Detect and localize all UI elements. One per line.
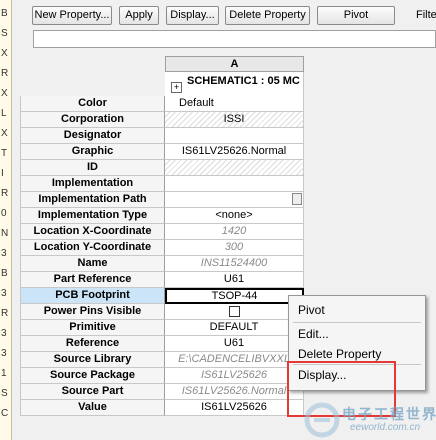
schematic-label: SCHEMATIC1 : 05 MC xyxy=(187,75,300,87)
row-label-designator[interactable]: Designator xyxy=(20,128,165,144)
row-label-location-y-coordinate[interactable]: Location Y-Coordinate xyxy=(20,240,165,256)
row-label-implementation-path[interactable]: Implementation Path xyxy=(20,192,165,208)
value-text: 1420 xyxy=(221,225,247,237)
left-gutter: BSXRXLXTIR0N3B3R331SC xyxy=(0,0,12,440)
pivot-button[interactable]: Pivot xyxy=(317,6,395,25)
row-label-value[interactable]: Value xyxy=(20,400,165,416)
browse-button[interactable] xyxy=(292,193,302,205)
value-cell-power-pins-visible[interactable] xyxy=(165,304,304,320)
value-text: IS61LV25626 xyxy=(200,369,268,381)
row-label-power-pins-visible[interactable]: Power Pins Visible xyxy=(20,304,165,320)
value-text: U61 xyxy=(223,273,245,285)
delete-property-button[interactable]: Delete Property xyxy=(225,6,310,25)
value-text: Default xyxy=(179,97,214,109)
row-label-graphic[interactable]: Graphic xyxy=(20,144,165,160)
row-label-source-package[interactable]: Source Package xyxy=(20,368,165,384)
value-text: ISSI xyxy=(223,113,245,125)
value-cell-graphic[interactable]: IS61LV25626.Normal xyxy=(165,144,304,160)
gutter-char: S xyxy=(1,28,8,39)
value-cell-reference[interactable]: U61 xyxy=(165,336,304,352)
value-cell-part-reference[interactable]: U61 xyxy=(165,272,304,288)
value-cell-implementation-type[interactable]: <none> xyxy=(165,208,304,224)
gutter-char: S xyxy=(1,388,8,399)
watermark-subtext: eeworld.com.cn xyxy=(350,422,421,433)
menu-separator xyxy=(293,322,421,323)
gutter-char: B xyxy=(1,8,8,19)
row-label-primitive[interactable]: Primitive xyxy=(20,320,165,336)
value-text: TSOP-44 xyxy=(211,290,258,302)
value-cell-implementation[interactable] xyxy=(165,176,304,192)
toolbar: New Property... Apply Display... Delete … xyxy=(12,0,436,30)
value-cell-pcb-footprint[interactable]: TSOP-44 xyxy=(165,288,304,304)
value-text: INS11524400 xyxy=(200,257,268,269)
value-cell-source-part[interactable]: IS61LV25626.Normal xyxy=(165,384,304,400)
row-label-color[interactable]: Color xyxy=(20,96,165,112)
value-cell-location-x-coordinate[interactable]: 1420 xyxy=(165,224,304,240)
row-label-implementation-type[interactable]: Implementation Type xyxy=(20,208,165,224)
watermark-text: 电子工程世界 xyxy=(342,406,436,422)
menu-item-edit[interactable]: Edit... xyxy=(298,327,329,341)
row-label-implementation[interactable]: Implementation xyxy=(20,176,165,192)
gutter-char: 0 xyxy=(1,208,7,219)
value-cell-source-package[interactable]: IS61LV25626 xyxy=(165,368,304,384)
filter-label: Filter b xyxy=(416,9,436,21)
value-text: DEFAULT xyxy=(209,321,259,333)
gutter-char: C xyxy=(1,408,9,419)
value-cell-id[interactable] xyxy=(165,160,304,176)
display-button[interactable]: Display... xyxy=(166,6,219,25)
menu-item-pivot[interactable]: Pivot xyxy=(298,303,325,317)
value-edit-field[interactable] xyxy=(33,30,436,48)
gutter-char: X xyxy=(1,88,8,99)
value-cell-name[interactable]: INS11524400 xyxy=(165,256,304,272)
value-text: IS61LV25626 xyxy=(201,401,267,413)
row-label-reference[interactable]: Reference xyxy=(20,336,165,352)
power-pins-checkbox[interactable] xyxy=(228,305,240,317)
gutter-char: 3 xyxy=(1,288,7,299)
gutter-char: B xyxy=(1,268,8,279)
row-label-pcb-footprint[interactable]: PCB Footprint xyxy=(20,288,165,304)
grid-corner xyxy=(20,56,165,72)
row-label-id[interactable]: ID xyxy=(20,160,165,176)
gutter-char: I xyxy=(1,168,4,179)
value-text: E:\CADENCELIBVXXL xyxy=(178,353,290,365)
gutter-char: 3 xyxy=(1,248,7,259)
gutter-char: 1 xyxy=(1,368,7,379)
schematic-header: + SCHEMATIC1 : 05 MC xyxy=(165,72,304,96)
menu-item-delete-property[interactable]: Delete Property xyxy=(298,347,381,361)
gutter-char: X xyxy=(1,48,8,59)
value-cell-primitive[interactable]: DEFAULT xyxy=(165,320,304,336)
value-cell-implementation-path[interactable] xyxy=(165,192,304,208)
gutter-char: X xyxy=(1,128,8,139)
column-header-a[interactable]: A xyxy=(165,56,304,72)
gutter-char: N xyxy=(1,228,9,239)
row-label-source-library[interactable]: Source Library xyxy=(20,352,165,368)
value-cell-source-library[interactable]: E:\CADENCELIBVXXL xyxy=(165,352,304,368)
value-cell-color[interactable]: Default xyxy=(165,96,304,112)
apply-button[interactable]: Apply xyxy=(119,6,159,25)
value-cell-corporation[interactable]: ISSI xyxy=(165,112,304,128)
value-text: <none> xyxy=(215,209,253,221)
gutter-char: R xyxy=(1,308,9,319)
gutter-char: R xyxy=(1,188,9,199)
gutter-char: 3 xyxy=(1,328,7,339)
row-label-corporation[interactable]: Corporation xyxy=(20,112,165,128)
gutter-char: R xyxy=(1,68,9,79)
row-label-part-reference[interactable]: Part Reference xyxy=(20,272,165,288)
row-label-source-part[interactable]: Source Part xyxy=(20,384,165,400)
value-cell-value[interactable]: IS61LV25626 xyxy=(165,400,304,416)
expand-icon[interactable]: + xyxy=(171,82,182,93)
value-text: 300 xyxy=(224,241,244,253)
value-cell-designator[interactable] xyxy=(165,128,304,144)
gutter-char: T xyxy=(1,148,8,159)
value-text: U61 xyxy=(223,337,245,349)
value-cell-location-y-coordinate[interactable]: 300 xyxy=(165,240,304,256)
value-text: IS61LV25626.Normal xyxy=(181,385,287,397)
gutter-char: L xyxy=(1,108,7,119)
gutter-char: 3 xyxy=(1,348,7,359)
value-text: IS61LV25626.Normal xyxy=(181,145,287,157)
row-label-location-x-coordinate[interactable]: Location X-Coordinate xyxy=(20,224,165,240)
row-label-name[interactable]: Name xyxy=(20,256,165,272)
new-property-button[interactable]: New Property... xyxy=(32,6,112,25)
